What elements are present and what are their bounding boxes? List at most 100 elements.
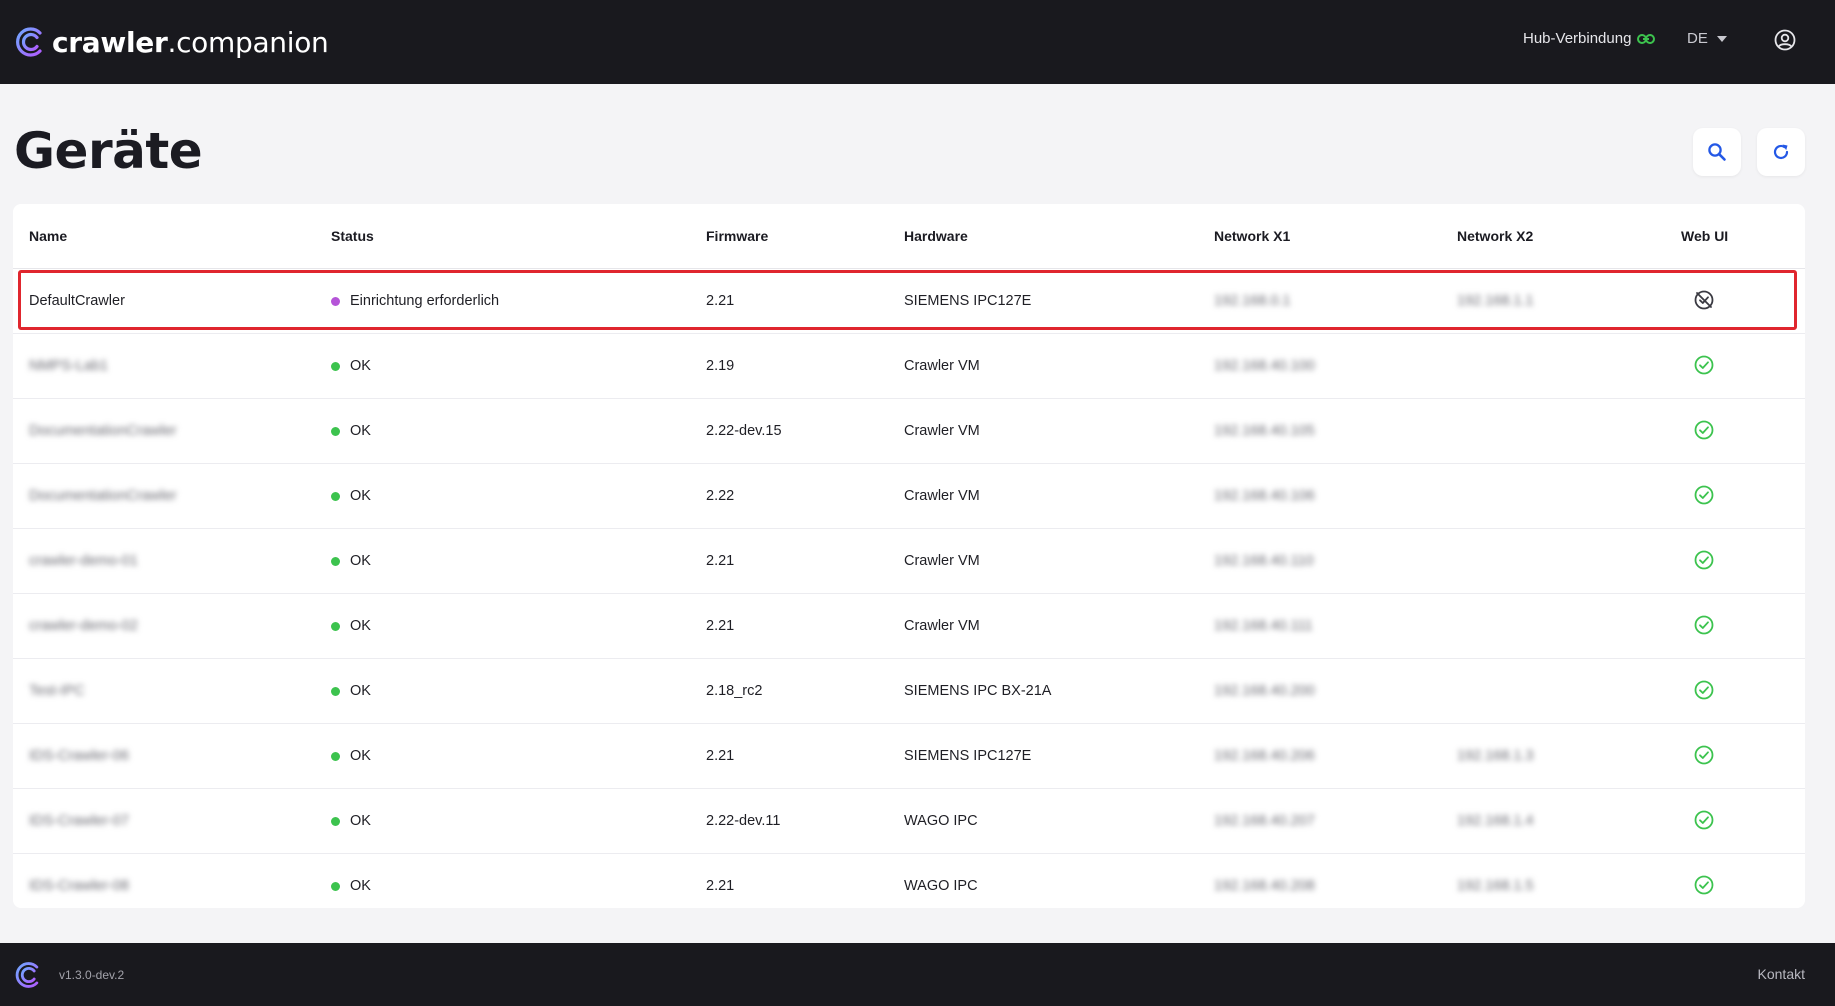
device-network-x2: 192.168.1.4 <box>1457 813 1534 829</box>
device-name: crawler-demo-01 <box>29 553 138 569</box>
table-row[interactable]: Test-IPC OK 2.18_rc2 SIEMENS IPC BX-21A 192.… <box>13 659 1805 724</box>
language-select[interactable]: DE <box>1687 30 1727 47</box>
crawler-logo-icon <box>16 27 42 57</box>
contact-link[interactable]: Kontakt <box>1758 966 1805 982</box>
device-firmware: 2.22 <box>706 488 735 504</box>
device-network-x1: 192.168.0.1 <box>1214 293 1291 309</box>
top-bar: crawler.companion Hub-Verbindung DE <box>0 0 1835 84</box>
web-ui-link[interactable] <box>1693 549 1715 571</box>
device-network-x2: 192.168.1.5 <box>1457 878 1534 894</box>
table-row[interactable]: IDS-Crawler-07 OK 2.22-dev.11 WAGO IPC 192.1… <box>13 789 1805 854</box>
table-row[interactable]: NMPS-Lab1 OK 2.19 Crawler VM 192.168.40.100 <box>13 334 1805 399</box>
column-header-network-x1[interactable]: Network X1 <box>1214 228 1290 244</box>
web-ui-link[interactable] <box>1693 614 1715 636</box>
table-row[interactable]: DocumentationCrawler OK 2.22 Crawler VM 192.… <box>13 464 1805 529</box>
column-header-hardware[interactable]: Hardware <box>904 228 968 244</box>
user-circle-icon <box>1774 29 1796 51</box>
device-firmware: 2.21 <box>706 553 735 569</box>
table-row[interactable]: DocumentationCrawler OK 2.22-dev.15 Crawler… <box>13 399 1805 464</box>
crawler-logo-icon <box>15 962 39 988</box>
status-dot-icon <box>331 621 340 631</box>
column-header-network-x2[interactable]: Network X2 <box>1457 228 1533 244</box>
device-network-x1: 192.168.40.207 <box>1214 813 1315 829</box>
device-hardware: Crawler VM <box>904 423 980 439</box>
status-label: OK <box>350 813 371 829</box>
status-label: Einrichtung erforderlich <box>350 293 500 309</box>
status-dot-icon <box>331 556 340 566</box>
device-firmware: 2.21 <box>706 293 735 309</box>
hub-connection-label: Hub-Verbindung <box>1523 30 1632 47</box>
column-header-name[interactable]: Name <box>29 228 67 244</box>
device-network-x1: 192.168.40.206 <box>1214 748 1315 764</box>
web-ui-link[interactable] <box>1693 484 1715 506</box>
web-ui-link[interactable] <box>1693 809 1715 831</box>
device-status: OK <box>331 748 371 764</box>
table-body: DefaultCrawler Einrichtung erforderlich 2.… <box>13 269 1805 918</box>
status-label: OK <box>350 683 371 699</box>
device-firmware: 2.22-dev.11 <box>706 813 781 829</box>
device-status: OK <box>331 618 371 634</box>
device-firmware: 2.22-dev.15 <box>706 423 782 439</box>
device-hardware: WAGO IPC <box>904 813 978 829</box>
devices-table: Name Status Firmware Hardware Network X1… <box>13 204 1805 908</box>
app-logo[interactable]: crawler.companion <box>13 25 329 59</box>
status-dot-icon <box>331 491 340 501</box>
device-network-x2: 192.168.1.1 <box>1457 293 1534 309</box>
device-status: OK <box>331 878 371 894</box>
device-hardware: WAGO IPC <box>904 878 978 894</box>
app-version: v1.3.0-dev.2 <box>59 968 125 982</box>
device-name: crawler-demo-02 <box>29 618 138 634</box>
user-account-button[interactable] <box>1773 28 1797 57</box>
device-hardware: Crawler VM <box>904 488 980 504</box>
device-hardware: Crawler VM <box>904 618 980 634</box>
check-circle-icon <box>1694 355 1714 375</box>
table-row[interactable]: crawler-demo-02 OK 2.21 Crawler VM 192.168.4… <box>13 594 1805 659</box>
web-ui-link[interactable] <box>1693 744 1715 766</box>
check-circle-icon <box>1694 550 1714 570</box>
status-label: OK <box>350 748 371 764</box>
status-label: OK <box>350 878 371 894</box>
column-header-status[interactable]: Status <box>331 228 374 244</box>
table-header: Name Status Firmware Hardware Network X1… <box>13 204 1805 269</box>
hub-connection-link[interactable]: Hub-Verbindung <box>1523 30 1656 47</box>
device-network-x1: 192.168.40.208 <box>1214 878 1315 894</box>
refresh-button[interactable] <box>1757 128 1805 176</box>
search-icon <box>1708 143 1726 161</box>
device-hardware: SIEMENS IPC BX-21A <box>904 683 1052 699</box>
device-name: Test-IPC <box>29 683 85 699</box>
device-network-x1: 192.168.40.111 <box>1214 618 1313 634</box>
check-circle-icon <box>1694 615 1714 635</box>
table-row[interactable]: crawler-demo-01 OK 2.21 Crawler VM 192.168.4… <box>13 529 1805 594</box>
column-header-firmware[interactable]: Firmware <box>706 228 768 244</box>
page-title: Geräte <box>14 122 203 180</box>
device-status: OK <box>331 683 371 699</box>
device-status: Einrichtung erforderlich <box>331 293 499 309</box>
search-button[interactable] <box>1693 128 1741 176</box>
status-label: OK <box>350 358 371 374</box>
table-row[interactable]: IDS-Crawler-08 OK 2.21 WAGO IPC 192.168.40.2… <box>13 854 1805 918</box>
device-status: OK <box>331 488 371 504</box>
device-firmware: 2.21 <box>706 618 735 634</box>
device-status: OK <box>331 358 371 374</box>
table-row[interactable]: IDS-Crawler-06 OK 2.21 SIEMENS IPC127E 192.1… <box>13 724 1805 789</box>
table-row[interactable]: DefaultCrawler Einrichtung erforderlich 2.… <box>13 269 1805 334</box>
web-ui-link[interactable] <box>1693 874 1715 896</box>
web-ui-link[interactable] <box>1693 679 1715 701</box>
language-value: DE <box>1687 30 1708 47</box>
check-circle-icon <box>1694 420 1714 440</box>
web-ui-link[interactable] <box>1693 419 1715 441</box>
device-status: OK <box>331 423 371 439</box>
device-hardware: SIEMENS IPC127E <box>904 293 1032 309</box>
web-ui-link[interactable] <box>1693 289 1715 311</box>
status-label: OK <box>350 423 371 439</box>
status-dot-icon <box>331 816 340 826</box>
device-firmware: 2.21 <box>706 878 735 894</box>
status-label: OK <box>350 618 371 634</box>
device-firmware: 2.19 <box>706 358 735 374</box>
device-hardware: Crawler VM <box>904 358 980 374</box>
status-dot-icon <box>331 686 340 696</box>
app-name: crawler.companion <box>52 25 329 59</box>
device-name: DocumentationCrawler <box>29 423 177 439</box>
web-ui-link[interactable] <box>1693 354 1715 376</box>
column-header-web-ui[interactable]: Web UI <box>1681 228 1728 244</box>
